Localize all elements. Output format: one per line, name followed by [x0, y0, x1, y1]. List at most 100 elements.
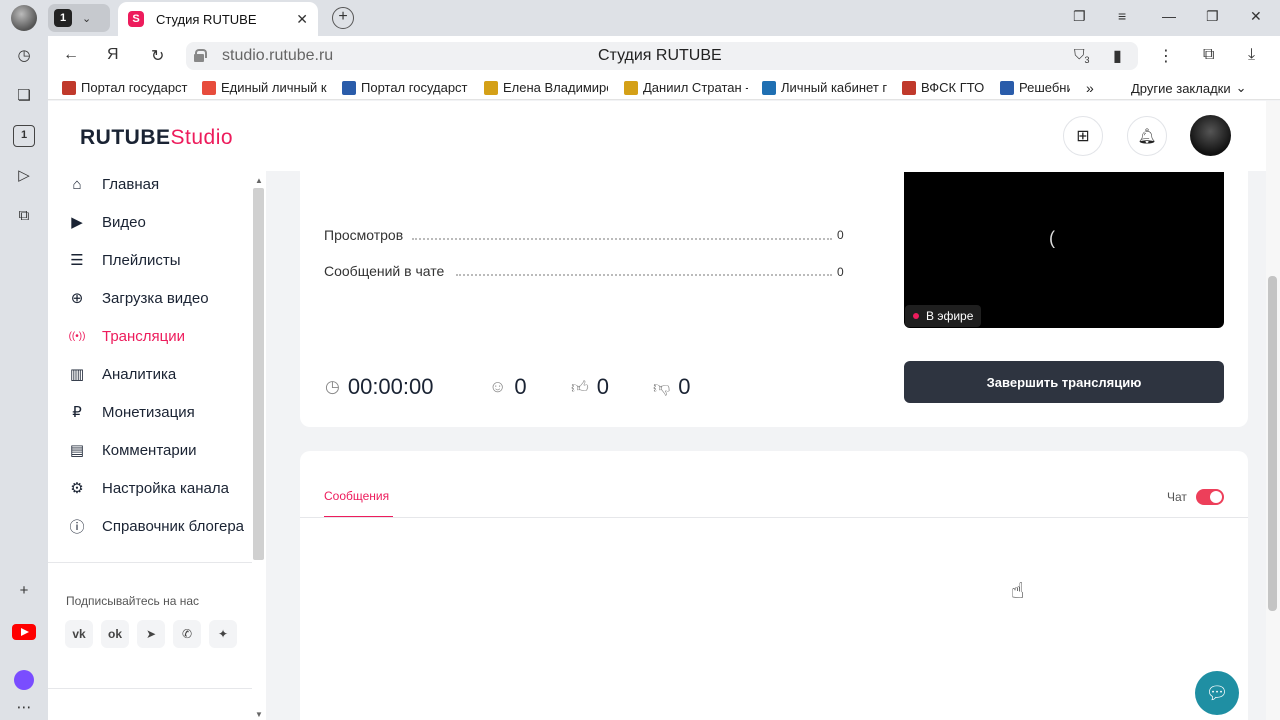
- bookmark-item[interactable]: Портал государст: [62, 80, 190, 95]
- restore-icon[interactable]: ❐: [1206, 8, 1219, 25]
- sparkle-icon[interactable]: ✦: [209, 620, 237, 648]
- plus-square-icon: ⊞: [1076, 128, 1090, 145]
- lock-icon: [194, 49, 207, 62]
- sidebar-scrollbar[interactable]: [253, 188, 264, 560]
- close-icon[interactable]: ✕: [296, 11, 308, 28]
- sidebar-item-info[interactable]: ⓘ Справочник блогера: [66, 514, 244, 538]
- end-stream-button[interactable]: Завершить трансляцию: [904, 361, 1224, 403]
- odnoklassniki-icon[interactable]: ok: [101, 620, 129, 648]
- tab-counter-button[interactable]: 1 ⌄: [48, 4, 110, 32]
- duration-metric: ◷ 00:00:00: [325, 374, 433, 400]
- logo-main: RUTUBE: [80, 126, 171, 149]
- bookmark-label: ВФСК ГТО: [921, 80, 985, 95]
- assistant-icon[interactable]: [14, 670, 34, 690]
- bookmark-item[interactable]: Единый личный к: [202, 80, 328, 95]
- back-arrow-icon[interactable]: ←: [63, 46, 79, 64]
- info-icon: ⓘ: [69, 518, 85, 536]
- bookmark-icon[interactable]: ▮: [1113, 46, 1122, 66]
- browser-profile-avatar[interactable]: [11, 5, 37, 31]
- bookmark-item[interactable]: ВФСК ГТО: [902, 80, 988, 95]
- viewers-metric: ☺ 0: [489, 374, 527, 400]
- sidebar-divider: [48, 688, 252, 689]
- shield-icon[interactable]: ⛉3: [1074, 46, 1090, 65]
- support-chat-button[interactable]: 💬︎: [1195, 671, 1239, 715]
- reload-icon[interactable]: ↻: [151, 46, 164, 66]
- history-icon[interactable]: ◷: [13, 45, 35, 67]
- bookmark-item[interactable]: Елена Владимиро: [484, 80, 608, 95]
- playlist-icon: ☰: [70, 252, 84, 269]
- sidebar-item-comment[interactable]: ▤ Комментарии: [66, 438, 197, 462]
- bookmark-favicon-icon: [1000, 80, 1014, 95]
- telegram-icon[interactable]: ➤: [137, 620, 165, 648]
- bookmark-item[interactable]: Даниил Стратан -: [624, 80, 748, 95]
- url-text[interactable]: studio.rutube.ru: [222, 47, 333, 65]
- bookmark-favicon-icon: [342, 80, 356, 95]
- play-icon[interactable]: ▷: [13, 165, 35, 187]
- tab-separator: [300, 517, 1248, 518]
- scroll-down-icon[interactable]: ▼: [255, 710, 263, 719]
- bookmark-label: Личный кабинет г: [781, 80, 888, 95]
- sidebar-item-gear[interactable]: ⚙ Настройка канала: [66, 476, 229, 500]
- bookmark-item[interactable]: Личный кабинет г: [762, 80, 888, 95]
- video-icon: ▶: [71, 214, 83, 231]
- menu-icon[interactable]: ≡: [1118, 8, 1126, 24]
- tabs-icon[interactable]: ❐: [1073, 8, 1086, 25]
- browser-tab-active[interactable]: S Студия RUTUBE ✕: [118, 2, 318, 36]
- tab-one-icon[interactable]: 1: [13, 125, 35, 147]
- sidebar-item-upload[interactable]: ⊕ Загрузка видео: [66, 286, 209, 310]
- extensions-icon[interactable]: ⧉: [1203, 46, 1214, 64]
- close-window-icon[interactable]: ✕: [1250, 8, 1262, 25]
- sidebar-item-home[interactable]: ⌂ Главная: [66, 172, 159, 196]
- live-badge: В эфире: [905, 305, 982, 327]
- sidebar-item-label: Справочник блогера: [102, 517, 245, 535]
- upload-icon: ⊕: [70, 290, 84, 307]
- tab-messages[interactable]: Сообщения: [324, 489, 389, 503]
- collections-icon[interactable]: ❏: [13, 85, 35, 107]
- kebab-menu-icon[interactable]: ⋮: [1158, 46, 1174, 66]
- youtube-icon[interactable]: [12, 624, 36, 640]
- add-panel-icon[interactable]: +: [13, 580, 35, 602]
- download-icon[interactable]: ⤓: [1248, 46, 1255, 64]
- more-bookmarks-icon[interactable]: »: [1086, 80, 1094, 96]
- thumbs-up-icon: 👍︎: [571, 377, 589, 397]
- notifications-button[interactable]: 🔔︎: [1127, 116, 1167, 156]
- chat-messages-value: 0: [837, 265, 844, 279]
- scroll-up-icon[interactable]: ▲: [255, 176, 263, 185]
- viewers-value: 0: [514, 374, 527, 399]
- sidebar-item-broadcast[interactable]: ((•)) Трансляции: [66, 324, 185, 348]
- bookmark-favicon-icon: [62, 80, 76, 95]
- new-tab-button[interactable]: +: [332, 7, 354, 29]
- sidebar-item-playlist[interactable]: ☰ Плейлисты: [66, 248, 180, 272]
- rutube-studio-logo[interactable]: RUTUBEStudio: [80, 126, 233, 150]
- chat-toggle[interactable]: [1196, 489, 1224, 505]
- sidebar-item-video[interactable]: ▶ Видео: [66, 210, 146, 234]
- chat-messages-label: Сообщений в чате: [324, 263, 445, 279]
- sidebar-item-ruble[interactable]: ₽ Монетизация: [66, 400, 195, 424]
- bookmark-item[interactable]: Портал государст: [342, 80, 470, 95]
- minimize-icon[interactable]: —: [1162, 8, 1176, 24]
- sidebar-item-analytics[interactable]: ▥ Аналитика: [66, 362, 176, 386]
- sidebar-item-label: Главная: [102, 175, 160, 193]
- sidebar-item-label: Трансляции: [102, 327, 186, 345]
- bookmark-item[interactable]: Решебни: [1000, 80, 1070, 95]
- analytics-icon: ▥: [69, 366, 85, 383]
- yandex-icon[interactable]: Я: [107, 46, 119, 64]
- create-button[interactable]: ⊞: [1063, 116, 1103, 156]
- vk-icon[interactable]: vk: [65, 620, 93, 648]
- bookmark-label: Единый личный к: [221, 80, 327, 95]
- camera-icon[interactable]: ⧉: [13, 205, 35, 227]
- viber-icon[interactable]: ✆: [173, 620, 201, 648]
- user-avatar[interactable]: [1190, 115, 1231, 156]
- sidebar-divider: [48, 562, 252, 563]
- page-scrollbar-thumb[interactable]: [1268, 276, 1277, 611]
- more-icon[interactable]: ⋯: [13, 697, 35, 719]
- chat-toggle-label: Чат: [1167, 490, 1187, 504]
- views-label: Просмотров: [324, 227, 404, 243]
- comment-icon: ▤: [69, 442, 85, 459]
- likes-value: 0: [596, 374, 610, 399]
- bell-icon: 🔔︎: [1137, 128, 1157, 145]
- broadcast-icon: ((•)): [68, 330, 86, 342]
- sidebar-item-label: Монетизация: [102, 403, 195, 421]
- other-bookmarks[interactable]: Другие закладки ⌄: [1131, 80, 1247, 96]
- bookmark-label: Даниил Стратан -: [643, 80, 748, 95]
